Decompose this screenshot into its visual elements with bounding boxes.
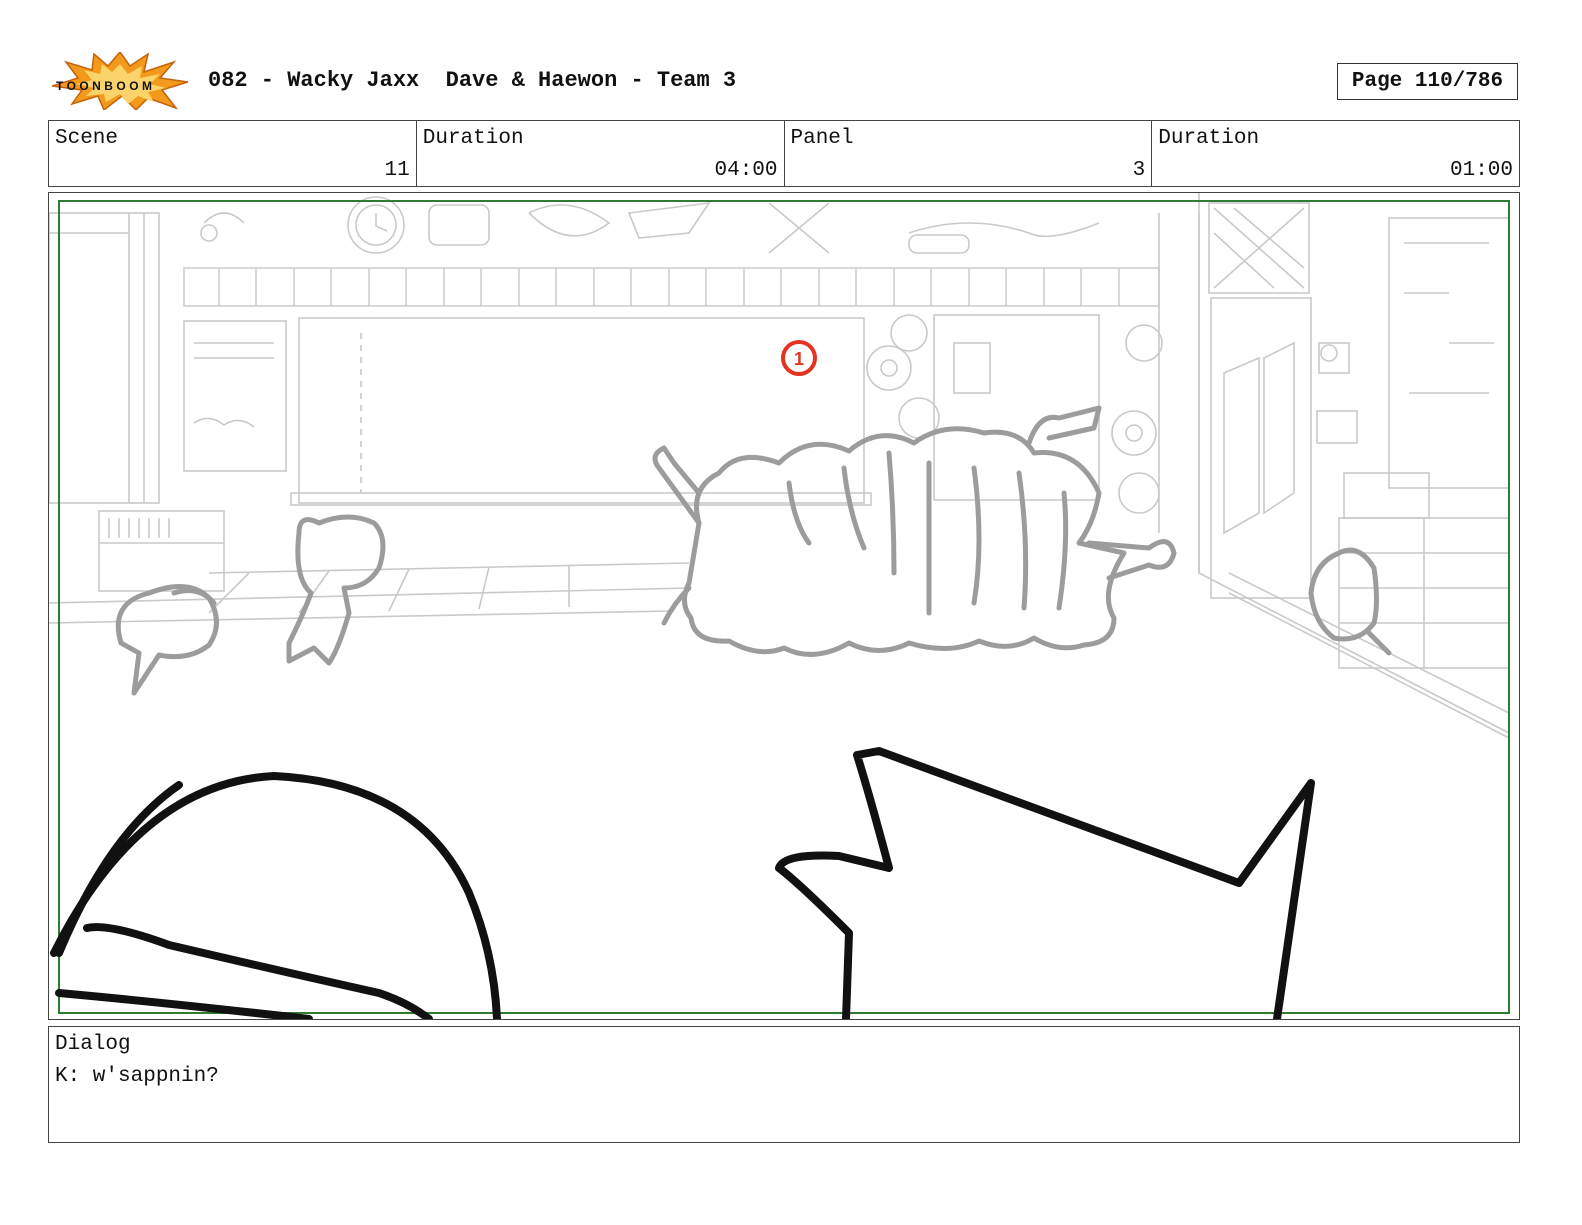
dialog-box: Dialog K: w'sappnin? — [48, 1026, 1520, 1143]
panel-label: Panel — [790, 127, 854, 150]
svg-text:1: 1 — [794, 349, 804, 369]
panel-drawing: 1 — [49, 193, 1510, 1019]
page-indicator: Page 110/786 — [1337, 63, 1518, 100]
panel-duration-value: 01:00 — [1449, 159, 1513, 182]
panel-number-annotation: 1 — [781, 340, 817, 376]
panel-duration-cell: Duration 01:00 — [1152, 121, 1519, 186]
scene-value: 11 — [384, 159, 410, 182]
storyboard-panel: 1 — [48, 192, 1520, 1020]
panel-value: 3 — [1132, 159, 1146, 182]
panel-duration-label: Duration — [1158, 127, 1260, 150]
scene-duration-cell: Duration 04:00 — [417, 121, 785, 186]
scene-cell: Scene 11 — [49, 121, 417, 186]
storyboard-title: 082 - Wacky Jaxx Dave & Haewon - Team 3 — [208, 68, 737, 93]
toonboom-logo: TOONBOOM — [51, 50, 189, 112]
logo-text: TOONBOOM — [56, 79, 152, 93]
scene-duration-label: Duration — [422, 127, 524, 150]
panel-cell: Panel 3 — [785, 121, 1153, 186]
panel-info-row: Scene 11 Duration 04:00 Panel 3 Duration… — [48, 120, 1520, 187]
dialog-label: Dialog — [55, 1033, 131, 1056]
foreground-characters-sketch-icon — [50, 747, 1315, 1019]
storyboard-header: TOONBOOM 082 - Wacky Jaxx Dave & Haewon … — [0, 0, 1582, 120]
scene-duration-value: 04:00 — [714, 159, 778, 182]
scene-label: Scene — [55, 127, 119, 150]
dialog-text: K: w'sappnin? — [55, 1065, 219, 1088]
